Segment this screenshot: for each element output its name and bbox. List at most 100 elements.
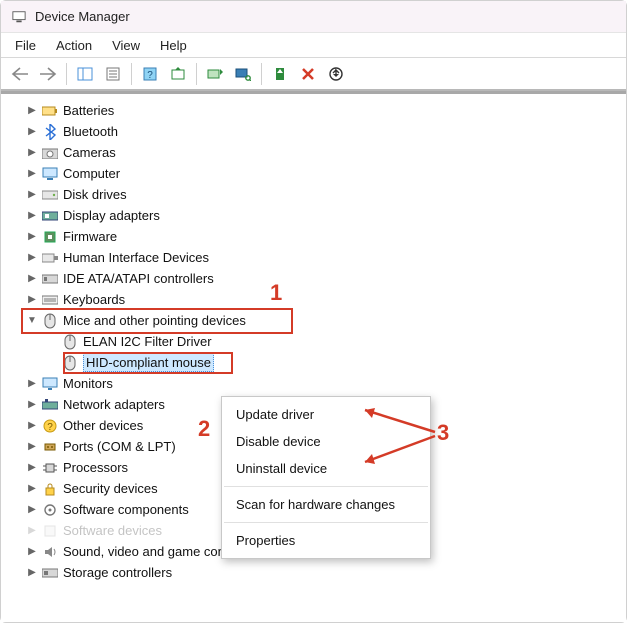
- uninstall-device-button[interactable]: [323, 61, 349, 87]
- node-label: Disk drives: [63, 187, 127, 202]
- help-button[interactable]: ?: [137, 61, 163, 87]
- chevron-right-icon[interactable]: ▶: [25, 504, 39, 515]
- firmware-icon: [41, 228, 59, 246]
- chevron-right-icon[interactable]: ▶: [25, 525, 39, 536]
- context-menu: Update driver Disable device Uninstall d…: [221, 396, 431, 559]
- properties-button[interactable]: [100, 61, 126, 87]
- chevron-right-icon[interactable]: ▶: [25, 273, 39, 284]
- titlebar: Device Manager: [1, 1, 626, 33]
- chevron-right-icon[interactable]: ▶: [25, 252, 39, 263]
- disk-icon: [41, 186, 59, 204]
- node-label: Network adapters: [63, 397, 165, 412]
- context-scan-hardware[interactable]: Scan for hardware changes: [222, 491, 430, 518]
- chevron-right-icon[interactable]: ▶: [25, 147, 39, 158]
- node-label: Display adapters: [63, 208, 160, 223]
- node-label: Human Interface Devices: [63, 250, 209, 265]
- node-label: Other devices: [63, 418, 143, 433]
- display-adapter-icon: [41, 207, 59, 225]
- enable-device-button[interactable]: [267, 61, 293, 87]
- software-icon: [41, 522, 59, 540]
- node-label: Mice and other pointing devices: [63, 313, 246, 328]
- camera-icon: [41, 144, 59, 162]
- node-label: Computer: [63, 166, 120, 181]
- svg-text:?: ?: [47, 422, 53, 433]
- monitor-icon: [41, 375, 59, 393]
- chevron-right-icon[interactable]: ▶: [25, 462, 39, 473]
- ports-icon: [41, 438, 59, 456]
- mouse-icon: [61, 333, 79, 351]
- context-uninstall-device[interactable]: Uninstall device: [222, 455, 430, 482]
- chevron-down-icon[interactable]: ▼: [25, 315, 39, 326]
- svg-text:?: ?: [147, 70, 153, 81]
- battery-icon: [41, 102, 59, 120]
- node-label: Processors: [63, 460, 128, 475]
- context-properties[interactable]: Properties: [222, 527, 430, 554]
- bluetooth-icon: [41, 123, 59, 141]
- tree-node-display-adapters[interactable]: ▶ Display adapters: [1, 205, 626, 226]
- chevron-right-icon[interactable]: ▶: [25, 168, 39, 179]
- tree-node-computer[interactable]: ▶ Computer: [1, 163, 626, 184]
- tree-node-hid[interactable]: ▶ Human Interface Devices: [1, 247, 626, 268]
- context-separator: [224, 486, 428, 487]
- chevron-right-icon[interactable]: ▶: [25, 399, 39, 410]
- node-label: Batteries: [63, 103, 114, 118]
- chevron-right-icon[interactable]: ▶: [25, 126, 39, 137]
- menu-help[interactable]: Help: [152, 36, 195, 55]
- node-label: HID-compliant mouse: [83, 353, 214, 372]
- tree-node-hid-mouse[interactable]: · HID-compliant mouse: [1, 352, 626, 373]
- chevron-right-icon[interactable]: ▶: [25, 294, 39, 305]
- scan-hardware-button[interactable]: [230, 61, 256, 87]
- chevron-right-icon[interactable]: ▶: [25, 105, 39, 116]
- keyboard-icon: [41, 291, 59, 309]
- chevron-right-icon[interactable]: ▶: [25, 210, 39, 221]
- software-component-icon: [41, 501, 59, 519]
- action-button[interactable]: [165, 61, 191, 87]
- toolbar-separator: [66, 63, 67, 85]
- tree-node-batteries[interactable]: ▶ Batteries: [1, 100, 626, 121]
- chevron-right-icon[interactable]: ▶: [25, 441, 39, 452]
- chevron-right-icon[interactable]: ▶: [25, 378, 39, 389]
- tree-node-disk-drives[interactable]: ▶ Disk drives: [1, 184, 626, 205]
- back-button[interactable]: [7, 61, 33, 87]
- menu-action[interactable]: Action: [48, 36, 100, 55]
- tree-node-firmware[interactable]: ▶ Firmware: [1, 226, 626, 247]
- node-label: Storage controllers: [63, 565, 172, 580]
- chevron-right-icon[interactable]: ▶: [25, 189, 39, 200]
- update-driver-button[interactable]: [202, 61, 228, 87]
- node-label: Monitors: [63, 376, 113, 391]
- window-title: Device Manager: [35, 9, 130, 24]
- show-hide-tree-button[interactable]: [72, 61, 98, 87]
- node-label: Software components: [63, 502, 189, 517]
- tree-node-keyboards[interactable]: ▶ Keyboards: [1, 289, 626, 310]
- tree-node-monitors[interactable]: ▶ Monitors: [1, 373, 626, 394]
- node-label: Security devices: [63, 481, 158, 496]
- menu-file[interactable]: File: [7, 36, 44, 55]
- chevron-right-icon[interactable]: ▶: [25, 546, 39, 557]
- tree-node-bluetooth[interactable]: ▶ Bluetooth: [1, 121, 626, 142]
- toolbar-separator: [131, 63, 132, 85]
- tree-node-elan[interactable]: · ELAN I2C Filter Driver: [1, 331, 626, 352]
- node-label: Bluetooth: [63, 124, 118, 139]
- network-icon: [41, 396, 59, 414]
- node-label: Software devices: [63, 523, 162, 538]
- context-disable-device[interactable]: Disable device: [222, 428, 430, 455]
- device-manager-icon: [11, 9, 27, 25]
- chevron-right-icon[interactable]: ▶: [25, 420, 39, 431]
- node-label: Firmware: [63, 229, 117, 244]
- tree-node-cameras[interactable]: ▶ Cameras: [1, 142, 626, 163]
- node-label: Keyboards: [63, 292, 125, 307]
- chevron-right-icon[interactable]: ▶: [25, 567, 39, 578]
- tree-node-ide[interactable]: ▶ IDE ATA/ATAPI controllers: [1, 268, 626, 289]
- storage-icon: [41, 564, 59, 582]
- context-update-driver[interactable]: Update driver: [222, 401, 430, 428]
- disable-device-button[interactable]: [295, 61, 321, 87]
- processor-icon: [41, 459, 59, 477]
- chevron-right-icon[interactable]: ▶: [25, 483, 39, 494]
- forward-button[interactable]: [35, 61, 61, 87]
- menu-view[interactable]: View: [104, 36, 148, 55]
- chevron-right-icon[interactable]: ▶: [25, 231, 39, 242]
- tree-node-mice[interactable]: ▼ Mice and other pointing devices: [1, 310, 626, 331]
- toolbar-separator: [261, 63, 262, 85]
- tree-node-storage[interactable]: ▶ Storage controllers: [1, 562, 626, 583]
- mouse-icon: [41, 312, 59, 330]
